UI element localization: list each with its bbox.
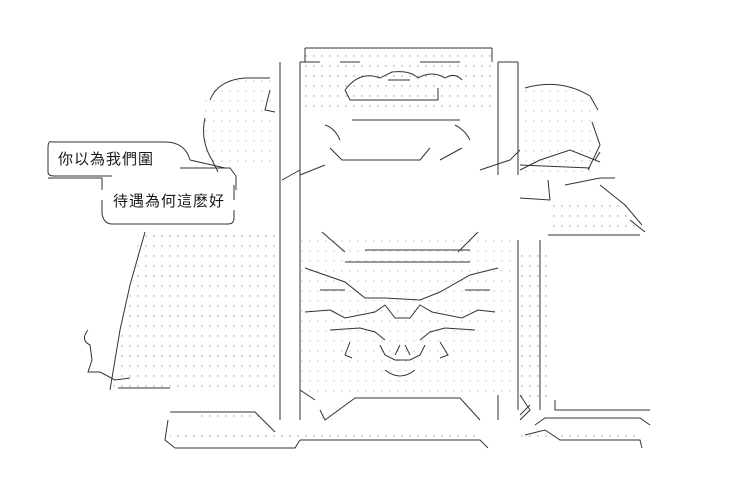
ascii-art-drawing	[47, 47, 651, 449]
speech-line-1: 你以為我們圍	[58, 150, 155, 168]
speech-line-2: 待遇為何這麽好	[113, 192, 226, 210]
ascii-art-canvas: 你以為我們圍 待遇為何這麽好	[0, 0, 748, 478]
